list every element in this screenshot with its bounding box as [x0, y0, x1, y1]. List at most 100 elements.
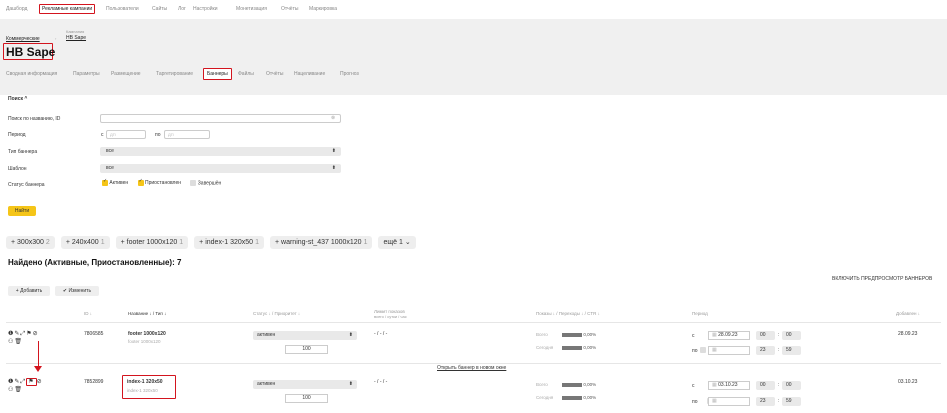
col-name-type[interactable]: Название ↓ / Тип ↓ [128, 311, 166, 316]
breadcrumb-caption: Кампания [66, 29, 85, 34]
row-2-name[interactable]: index-1 320x50 [127, 379, 163, 385]
row-2-to-hour[interactable]: 23 [756, 397, 775, 406]
row-1-status: активен [257, 332, 276, 338]
open-in-new-window-link[interactable]: Открыть баннер в новом окне [437, 365, 506, 371]
tab-forecast[interactable]: Прогноз [340, 71, 359, 77]
template-label: Шаблон [8, 166, 27, 172]
col-added[interactable]: Добавлен ↓ [896, 311, 920, 316]
chip-label: ещё 1 ⌄ [383, 239, 411, 246]
nav-item-ad-campaigns[interactable]: Рекламные кампании [39, 4, 96, 14]
period-from-input[interactable]: ДП [106, 130, 146, 139]
clear-icon[interactable]: ⊗ [331, 115, 335, 121]
tab-parameters[interactable]: Параметры [73, 71, 100, 77]
chip-count: 1 [100, 239, 105, 246]
search-input[interactable] [100, 114, 341, 123]
status-active-checkbox[interactable] [102, 178, 108, 186]
total-ctr: 0,00% [583, 382, 597, 387]
row-1-from-date[interactable]: ▦ 28.09.23 [708, 331, 750, 340]
row-2-from-hour[interactable]: 00 [756, 381, 775, 390]
chip-more[interactable]: ещё 1 ⌄ [378, 236, 416, 249]
campaign-header [0, 19, 947, 95]
row-2-id: 7852899 [84, 379, 104, 385]
row-1-from-hour[interactable]: 00 [756, 331, 775, 340]
template-select[interactable]: все ⬍ [100, 164, 341, 173]
tab-summary[interactable]: Сводная информация [6, 71, 57, 77]
chip-warning-st-437[interactable]: + warning-st_437 1000x120 1 [269, 236, 373, 249]
tab-files[interactable]: Файлы [238, 71, 254, 77]
delete-icon[interactable]: 🗑 [14, 387, 23, 393]
row-1-name[interactable]: footer 1000x120 [128, 331, 166, 337]
nav-item-log[interactable]: Лог [178, 6, 186, 12]
stop-icon[interactable]: ⊘ [33, 331, 39, 337]
row-2-to-date[interactable]: ▦ [708, 397, 750, 406]
find-button[interactable]: Найти [8, 206, 36, 216]
page-title: HB Sape [6, 45, 56, 59]
row-2-limit: - / - / - [374, 379, 388, 385]
row-1-from-label: с [692, 333, 695, 339]
col-id[interactable]: ID ↓ [84, 311, 92, 316]
col-status-priority[interactable]: Статус ↓ / Приоритет ↓ [253, 311, 300, 316]
stats-bar [562, 332, 582, 337]
row-1-to-minute[interactable]: 59 [782, 346, 801, 355]
flag-icon[interactable]: ⚑ [26, 378, 37, 386]
edit-button[interactable]: ✔ Изменить [55, 286, 99, 296]
annotation-arrow [38, 341, 39, 369]
nav-item-users[interactable]: Пользователи [106, 6, 139, 12]
chip-300x300[interactable]: + 300x300 2 [6, 236, 55, 249]
search-toggle[interactable]: Поиск ^ [8, 96, 27, 102]
row-1-priority-input[interactable]: 100 [285, 345, 328, 354]
today-label: Сегодня [536, 395, 554, 400]
found-count-heading: Найдено (Активные, Приостановленные): 7 [8, 258, 182, 267]
banner-type-select[interactable]: все ⬍ [100, 147, 341, 156]
from-date-value: 03.10.23 [718, 382, 738, 388]
nav-item-dashboard[interactable]: Дашборд [6, 6, 27, 12]
row-2-priority-input[interactable]: 100 [285, 394, 328, 403]
status-paused-checkbox[interactable] [137, 178, 144, 186]
row-1-status-select[interactable]: активен ⬍ [253, 331, 357, 340]
row-1-to-hour[interactable]: 23 [756, 346, 775, 355]
row-1-to-date[interactable]: ▦ [708, 346, 750, 355]
delete-icon[interactable]: 🗑 [14, 339, 23, 345]
time-colon: : [778, 398, 780, 404]
row-2-type: index-1 320x50 [127, 388, 158, 393]
nav-item-monetization[interactable]: Монетизация [236, 6, 267, 12]
row-2-to-minute[interactable]: 59 [782, 397, 801, 406]
period-to-input[interactable]: ДП [164, 130, 210, 139]
nav-item-marking[interactable]: Маркировка [309, 6, 337, 12]
breadcrumb-parent[interactable]: Коммерческие [6, 36, 40, 42]
row-1-from-minute[interactable]: 00 [782, 331, 801, 340]
col-period: Период [692, 311, 708, 316]
nav-item-reports[interactable]: Отчёты [281, 6, 298, 12]
from-date-value: 28.09.23 [718, 332, 738, 338]
tab-placement[interactable]: Размещение [111, 71, 141, 77]
col-stats[interactable]: Показы ↓ / Переходы ↓ / CTR ↓ [536, 311, 600, 316]
status-finished-checkbox[interactable] [190, 180, 197, 186]
row-2-from-date[interactable]: ▦ 03.10.23 [708, 381, 750, 390]
chip-count: 2 [45, 239, 50, 246]
row-1-to-label: по [692, 348, 698, 354]
nav-item-sites[interactable]: Сайты [152, 6, 167, 12]
row-2-from-minute[interactable]: 00 [782, 381, 801, 390]
row-2-actions: ❶✎⤢ ⚑ ⊘ ⚇🗑 [8, 378, 43, 393]
chip-count: 1 [363, 239, 368, 246]
add-button[interactable]: + Добавить [8, 286, 50, 296]
chip-240x400[interactable]: + 240x400 1 [60, 236, 110, 249]
chip-index-1-320x50[interactable]: + index-1 320x50 1 [194, 236, 264, 249]
select-arrows-icon: ⬍ [348, 381, 353, 387]
chip-label: + index-1 320x50 [199, 239, 254, 246]
tab-reports[interactable]: Отчёты [266, 71, 283, 77]
banner-type-value: все [106, 148, 114, 154]
row-1-to-checkbox[interactable] [700, 347, 706, 353]
select-arrows-icon: ⬍ [348, 332, 353, 338]
row-2-to-label: по [692, 399, 698, 405]
stop-icon[interactable]: ⊘ [37, 379, 43, 385]
nav-item-settings[interactable]: Настройки [193, 6, 218, 12]
row-2-status-select[interactable]: активен ⬍ [253, 380, 357, 389]
chip-footer-1000x120[interactable]: + footer 1000x120 1 [115, 236, 189, 249]
chip-count: 1 [179, 239, 184, 246]
preview-toggle[interactable]: ВКЛЮЧИТЬ ПРЕДПРОСМОТР БАННЕРОВ [832, 276, 932, 282]
tab-banners[interactable]: Баннеры [203, 68, 232, 80]
breadcrumb-campaign[interactable]: HB Sape [66, 35, 86, 41]
tab-targeting[interactable]: Таргетирование [156, 71, 193, 77]
tab-targeting-aim[interactable]: Нацеливание [294, 71, 325, 77]
